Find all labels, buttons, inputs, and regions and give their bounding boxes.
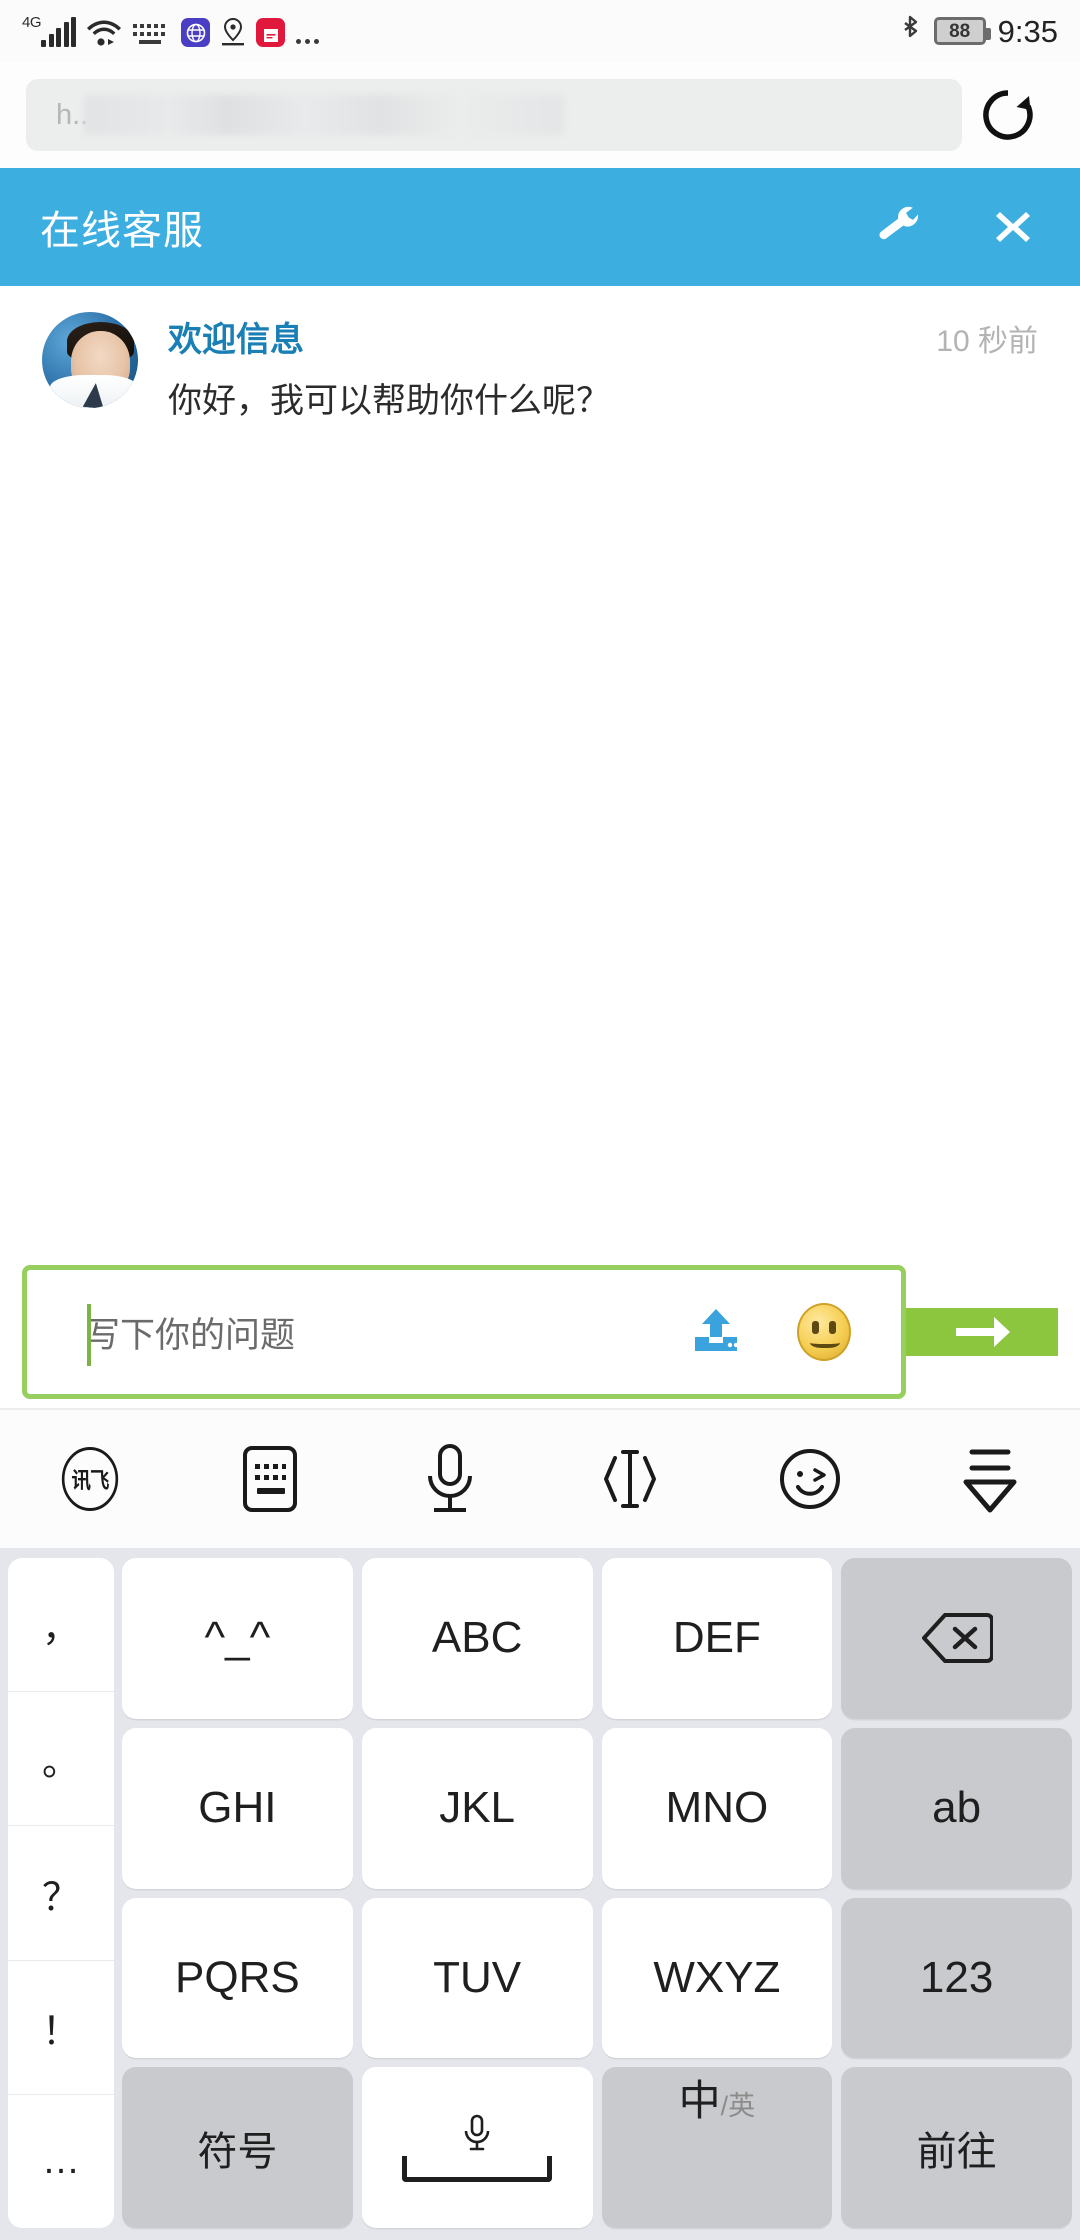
keyboard-main: ^_^ ABC DEF GHI JKL MNO ab PQRS TUV WXYZ… bbox=[122, 1558, 1072, 2228]
chat-message-list: 欢迎信息 10 秒前 你好，我可以帮助你什么呢？ bbox=[0, 286, 1080, 1254]
space-with-mic-icon bbox=[402, 2114, 553, 2182]
cellular-signal-icon: 4G bbox=[22, 14, 77, 47]
key-question[interactable]: ？ bbox=[8, 1826, 114, 1961]
key-123-mode[interactable]: 123 bbox=[841, 1897, 1072, 2059]
status-bar-right: 88 9:35 bbox=[898, 14, 1058, 48]
key-language-toggle[interactable]: 中 /英 bbox=[601, 2067, 833, 2228]
upload-icon[interactable] bbox=[685, 1301, 747, 1363]
clock-label: 9:35 bbox=[997, 13, 1058, 49]
chat-header-actions bbox=[872, 200, 1040, 254]
chat-message: 欢迎信息 10 秒前 你好，我可以帮助你什么呢？ bbox=[0, 286, 1080, 425]
status-bar: 4G 88 9:35 bbox=[0, 0, 1080, 62]
message-header: 欢迎信息 10 秒前 bbox=[168, 312, 1046, 361]
key-exclamation[interactable]: ！ bbox=[8, 1961, 114, 2095]
app-purple-icon bbox=[181, 18, 211, 47]
keyboard-row: GHI JKL MNO ab bbox=[122, 1727, 1072, 1889]
key-ghi[interactable]: GHI bbox=[122, 1727, 353, 1889]
key-pqrs[interactable]: PQRS bbox=[122, 1897, 353, 2059]
space-bar-glyph bbox=[402, 2155, 553, 2182]
backspace-icon bbox=[921, 1611, 993, 1665]
key-comma[interactable]: ， bbox=[8, 1558, 114, 1693]
url-redaction-blur bbox=[84, 95, 564, 135]
keyboard-icon bbox=[132, 21, 170, 47]
bluetooth-icon bbox=[898, 14, 922, 48]
input-placeholder: 写下你的问题 bbox=[85, 1315, 296, 1355]
keyboard-row: PQRS TUV WXYZ 123 bbox=[122, 1897, 1072, 2059]
key-symbols[interactable]: 符号 bbox=[122, 2067, 353, 2228]
reload-button[interactable] bbox=[962, 69, 1054, 161]
keyboard-bottom-row: 符号 中 /英 前往 bbox=[122, 2067, 1072, 2228]
text-cursor-icon[interactable] bbox=[540, 1410, 720, 1548]
punctuation-column: ， 。 ？ ！ … bbox=[8, 1558, 114, 2228]
key-abc[interactable]: ABC bbox=[361, 1558, 593, 1719]
close-icon[interactable] bbox=[986, 200, 1040, 254]
key-enter-go[interactable]: 前往 bbox=[841, 2067, 1072, 2228]
input-actions bbox=[639, 1270, 901, 1394]
message-input-bar: 写下你的问题 bbox=[0, 1256, 1080, 1408]
emoji-icon[interactable] bbox=[793, 1301, 855, 1363]
wifi-icon bbox=[87, 17, 122, 47]
microphone-icon[interactable] bbox=[360, 1410, 540, 1548]
status-bar-left: 4G bbox=[22, 15, 898, 47]
key-ab-mode[interactable]: ab bbox=[841, 1727, 1072, 1889]
key-ellipsis[interactable]: … bbox=[8, 2095, 114, 2228]
message-content: 欢迎信息 10 秒前 你好，我可以帮助你什么呢？ bbox=[138, 312, 1046, 425]
keyboard: ， 。 ？ ！ … ^_^ ABC DEF GHI JKL MNO ab PQR… bbox=[0, 1548, 1080, 2240]
key-period[interactable]: 。 bbox=[8, 1692, 114, 1827]
key-jkl[interactable]: JKL bbox=[361, 1727, 593, 1889]
phone-screen: 4G 88 9:35 在线客服 欢迎信息 10 秒前 你好，我可以帮助你什么呢？… bbox=[0, 0, 1080, 2240]
message-text: 你好，我可以帮助你什么呢？ bbox=[168, 382, 610, 420]
key-space[interactable] bbox=[361, 2067, 593, 2228]
battery-icon: 88 bbox=[933, 17, 991, 45]
key-wxyz[interactable]: WXYZ bbox=[601, 1897, 833, 2059]
browser-toolbar: h....................o.php?widget-mobile bbox=[0, 62, 1080, 168]
iflytek-logo-icon[interactable]: 讯飞 bbox=[0, 1410, 180, 1548]
url-input[interactable]: h....................o.php?widget-mobile bbox=[26, 79, 962, 151]
message-sender: 欢迎信息 bbox=[168, 321, 304, 359]
emoji-smiley-icon[interactable] bbox=[720, 1410, 900, 1548]
message-timestamp: 10 秒前 bbox=[936, 325, 1038, 358]
chat-title: 在线客服 bbox=[40, 209, 204, 253]
keyboard-layout-icon[interactable] bbox=[180, 1410, 360, 1548]
iflytek-mark: 讯飞 bbox=[61, 1447, 119, 1511]
more-dots-icon bbox=[296, 39, 320, 44]
battery-level-label: 88 bbox=[949, 20, 971, 42]
key-kaomoji[interactable]: ^_^ bbox=[122, 1558, 353, 1719]
app-shopping-bag-icon bbox=[256, 18, 286, 47]
message-input[interactable]: 写下你的问题 bbox=[27, 1270, 639, 1394]
input-shell: 写下你的问题 bbox=[22, 1265, 906, 1399]
key-language-primary: 中 bbox=[678, 2077, 721, 2125]
keyboard-row: ^_^ ABC DEF bbox=[122, 1558, 1072, 1719]
text-caret bbox=[87, 1304, 91, 1366]
key-backspace[interactable] bbox=[841, 1558, 1072, 1719]
key-language-secondary: /英 bbox=[720, 2091, 756, 2122]
avatar bbox=[42, 312, 138, 408]
send-button[interactable] bbox=[906, 1308, 1058, 1356]
chat-header: 在线客服 bbox=[0, 168, 1080, 286]
wrench-icon[interactable] bbox=[872, 200, 926, 254]
key-def[interactable]: DEF bbox=[601, 1558, 833, 1719]
collapse-keyboard-icon[interactable] bbox=[900, 1410, 1080, 1548]
location-pin-icon bbox=[221, 17, 245, 47]
signal-bars-icon bbox=[41, 17, 77, 47]
ime-toolbar: 讯飞 bbox=[0, 1408, 1080, 1548]
key-tuv[interactable]: TUV bbox=[361, 1897, 593, 2059]
send-arrow-icon bbox=[956, 1317, 1010, 1347]
key-mno[interactable]: MNO bbox=[601, 1727, 833, 1889]
network-type-label: 4G bbox=[22, 14, 42, 31]
